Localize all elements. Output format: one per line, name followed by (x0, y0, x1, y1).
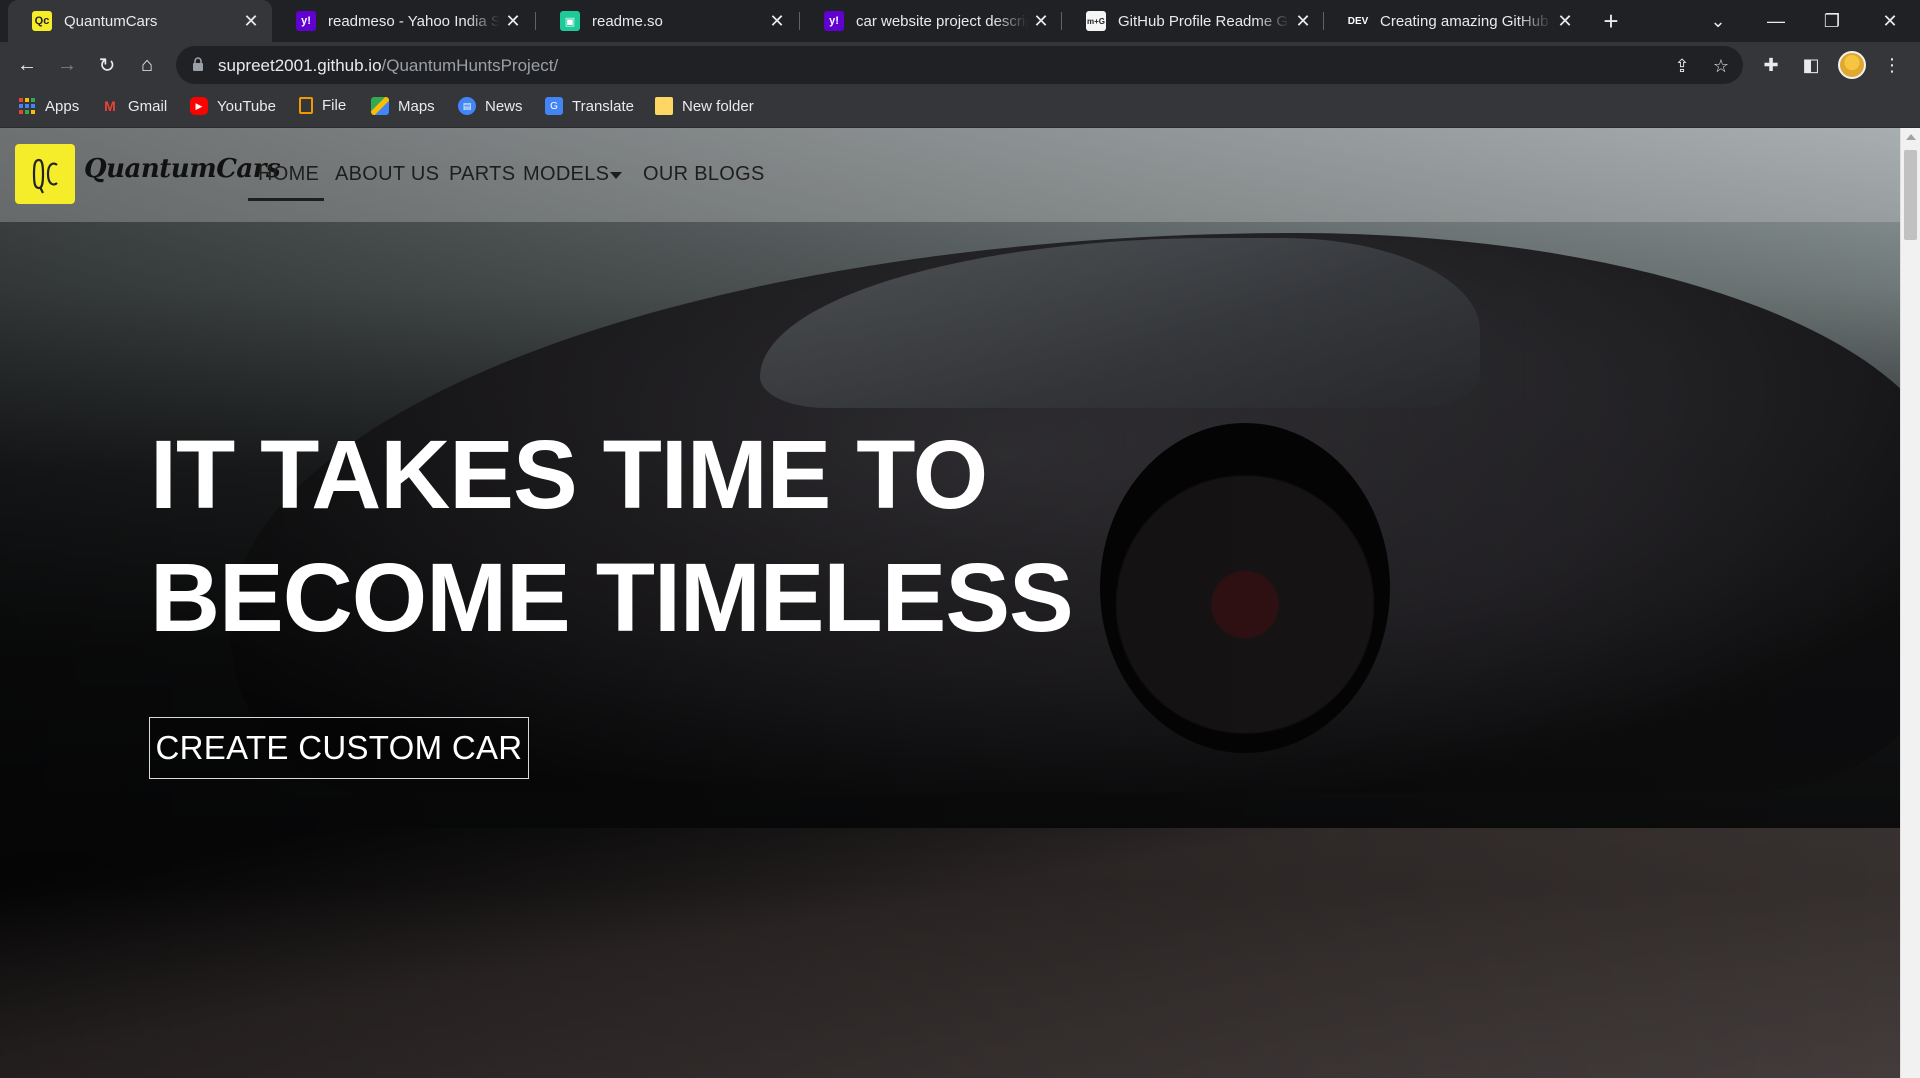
profile-avatar[interactable] (1838, 51, 1866, 79)
bookmark-label: File (322, 97, 347, 114)
bookmark-file[interactable]: File (299, 97, 346, 114)
tab-car-website[interactable]: y! car website project description ✕ (800, 0, 1062, 42)
bookmark-label: News (485, 97, 523, 115)
url-path: /QuantumHuntsProject/ (381, 56, 559, 75)
site-navbar: QuantumCars HOME ABOUT US PARTS MODELS O… (0, 128, 1900, 222)
tab-title: readme.so (592, 12, 663, 30)
bookmark-label: YouTube (217, 97, 276, 115)
url-text: supreet2001.github.io/QuantumHuntsProjec… (218, 56, 558, 76)
minimize-icon[interactable]: — (1748, 0, 1804, 42)
page-scrollbar[interactable] (1900, 128, 1920, 1078)
tab-yahoo-search[interactable]: y! readmeso - Yahoo India Search ✕ (272, 0, 534, 42)
yahoo-favicon: y! (296, 11, 316, 31)
bookmark-gmail[interactable]: M Gmail (101, 97, 167, 115)
browser-toolbar: ← → ↻ ⌂ supreet2001.github.io/QuantumHun… (0, 42, 1920, 88)
hero-headline: IT TAKES TIME TO BECOME TIMELESS (150, 413, 1074, 659)
close-tab-icon[interactable]: ✕ (1290, 8, 1316, 34)
scrollbar-thumb[interactable] (1904, 150, 1917, 240)
bookmark-maps[interactable]: Maps (371, 97, 435, 115)
nav-home[interactable]: HOME (258, 163, 319, 186)
back-arrow-icon[interactable]: ← (11, 49, 43, 81)
nav-active-indicator (248, 198, 324, 201)
close-tab-icon[interactable]: ✕ (238, 8, 264, 34)
folder-icon (655, 97, 673, 115)
tab-title: GitHub Profile Readme Generator (1118, 12, 1290, 30)
nav-models[interactable]: MODELS (523, 163, 609, 186)
bookmark-label: Translate (572, 97, 634, 115)
nav-about-us[interactable]: ABOUT US (335, 163, 439, 186)
tab-strip: Qc QuantumCars ✕ y! readmeso - Yahoo Ind… (0, 0, 1920, 42)
tab-dev[interactable]: DEV Creating amazing GitHub profile ✕ (1324, 0, 1586, 42)
bookmark-new-folder[interactable]: New folder (655, 97, 754, 115)
nav-parts[interactable]: PARTS (449, 163, 515, 186)
bookmark-label: Gmail (128, 97, 168, 115)
youtube-icon: ▶ (190, 97, 208, 115)
site-brand-name[interactable]: QuantumCars (84, 154, 281, 184)
dev-favicon: DEV (1348, 11, 1368, 31)
extensions-puzzle-icon[interactable]: ✚ (1757, 51, 1785, 79)
tab-readme-generator[interactable]: m+G GitHub Profile Readme Generator ✕ (1062, 0, 1324, 42)
models-dropdown-caret-icon[interactable] (610, 172, 622, 179)
translate-icon: G (545, 97, 563, 115)
maps-icon (371, 97, 389, 115)
news-icon: ▤ (458, 97, 476, 115)
gmail-icon: M (104, 98, 116, 114)
close-tab-icon[interactable]: ✕ (1552, 8, 1578, 34)
bookmarks-bar: Apps M Gmail ▶ YouTube File Maps ▤ News … (0, 88, 1920, 128)
bookmark-apps[interactable]: Apps (18, 97, 79, 115)
share-icon[interactable]: ⇪ (1670, 54, 1694, 78)
forward-arrow-icon[interactable]: → (51, 49, 83, 81)
tab-title: readmeso - Yahoo India Search (328, 12, 500, 30)
tab-quantumcars[interactable]: Qc QuantumCars ✕ (8, 0, 272, 42)
hero-headline-line-2: BECOME TIMELESS (150, 543, 1074, 652)
tab-title: QuantumCars (64, 12, 158, 30)
bookmark-label: Maps (398, 97, 435, 115)
tab-title: Creating amazing GitHub profile (1380, 12, 1552, 30)
scroll-up-arrow-icon[interactable] (1906, 134, 1916, 140)
site-logo[interactable] (15, 144, 75, 204)
hero-headline-line-1: IT TAKES TIME TO (150, 420, 988, 529)
yahoo-favicon: y! (824, 11, 844, 31)
page-viewport: QuantumCars HOME ABOUT US PARTS MODELS O… (0, 128, 1900, 1078)
logo-mark-icon (32, 158, 58, 194)
bookmark-star-icon[interactable]: ☆ (1709, 54, 1733, 78)
home-icon[interactable]: ⌂ (131, 49, 163, 81)
restore-icon[interactable]: ❐ (1804, 0, 1860, 42)
nav-our-blogs[interactable]: OUR BLOGS (643, 163, 765, 186)
new-tab-plus-icon[interactable]: + (1594, 6, 1628, 36)
close-window-icon[interactable]: ✕ (1862, 0, 1918, 42)
close-tab-icon[interactable]: ✕ (500, 8, 526, 34)
readme-generator-favicon: m+G (1086, 11, 1106, 31)
reload-icon[interactable]: ↻ (91, 49, 123, 81)
file-icon (299, 97, 313, 114)
apps-grid-icon (18, 97, 36, 115)
close-tab-icon[interactable]: ✕ (1028, 8, 1054, 34)
create-custom-car-button[interactable]: CREATE CUSTOM CAR (149, 717, 529, 779)
tab-title: car website project description (856, 12, 1028, 30)
close-tab-icon[interactable]: ✕ (764, 8, 790, 34)
bookmark-label: Apps (45, 97, 80, 115)
bookmark-youtube[interactable]: ▶ YouTube (190, 97, 276, 115)
lock-icon[interactable] (192, 57, 204, 77)
quantumcars-favicon: Qc (32, 11, 52, 31)
bookmark-news[interactable]: ▤ News (458, 97, 523, 115)
readme-so-favicon: ▣ (560, 11, 580, 31)
menu-kebab-icon[interactable]: ⋮ (1878, 51, 1906, 79)
bookmark-translate[interactable]: G Translate (545, 97, 634, 115)
tab-search-chevron-icon[interactable]: ⌄ (1690, 0, 1746, 42)
address-bar[interactable]: supreet2001.github.io/QuantumHuntsProjec… (176, 46, 1743, 84)
bookmark-label: New folder (682, 97, 754, 115)
url-host: supreet2001.github.io (218, 56, 382, 75)
tab-readme-so[interactable]: ▣ readme.so ✕ (536, 0, 798, 42)
side-panel-icon[interactable]: ◧ (1797, 51, 1825, 79)
